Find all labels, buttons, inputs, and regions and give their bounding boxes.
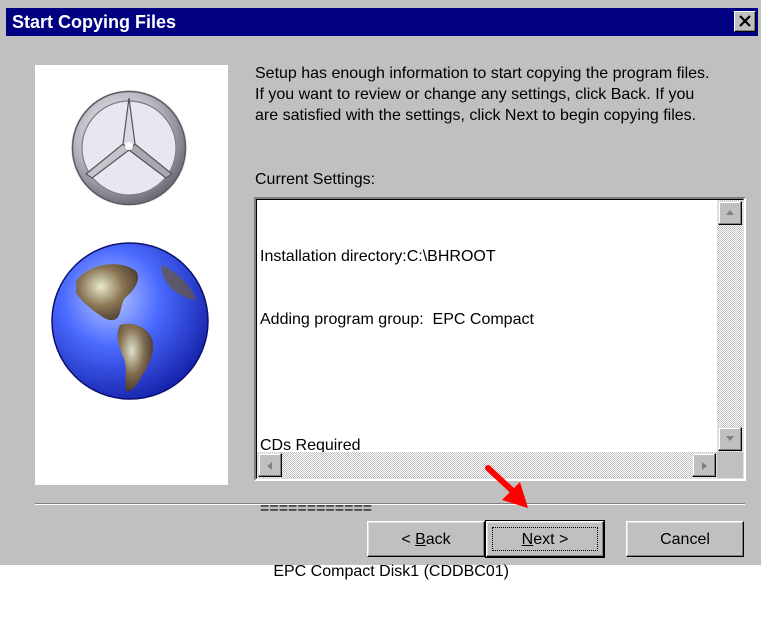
close-icon	[739, 15, 751, 27]
back-button[interactable]: < Back	[367, 521, 485, 557]
scrollbar-corner	[717, 452, 743, 478]
title-bar[interactable]: Start Copying Files	[6, 8, 758, 36]
back-label-prefix: <	[401, 530, 416, 548]
next-button[interactable]: Next >	[485, 520, 605, 558]
next-label-accel: N	[521, 530, 534, 548]
setup-art-panel	[35, 65, 228, 485]
current-settings-label: Current Settings:	[255, 171, 376, 188]
vertical-scrollbar[interactable]	[717, 200, 743, 452]
globe-image	[51, 242, 209, 400]
settings-line: EPC Compact Disk1 (CDDBC01)	[260, 563, 509, 580]
arrow-left-icon	[267, 462, 272, 470]
intro-line: If you want to review or change any sett…	[255, 86, 695, 103]
window-title: Start Copying Files	[12, 12, 177, 32]
close-button[interactable]	[734, 11, 756, 32]
scroll-down-button[interactable]	[718, 427, 742, 451]
arrow-right-icon	[702, 462, 707, 470]
next-label-rest: ext >	[533, 530, 569, 548]
settings-line: Installation directory:C:\BHROOT	[260, 248, 496, 265]
intro-line: are satisfied with the settings, click N…	[255, 107, 697, 124]
scroll-up-button[interactable]	[718, 201, 742, 225]
arrow-down-icon	[726, 436, 734, 441]
arrow-up-icon	[726, 210, 734, 215]
settings-line	[260, 372, 715, 393]
back-label-rest: ack	[425, 530, 451, 548]
three-pointed-star-logo	[71, 90, 187, 206]
button-separator	[35, 503, 745, 505]
back-label-accel: B	[415, 530, 426, 548]
settings-text: Installation directory:C:\BHROOT Adding …	[260, 204, 715, 624]
red-arrow-icon	[485, 465, 528, 508]
scroll-left-button[interactable]	[258, 453, 282, 477]
setup-dialog: Start Copying Files Setup has enough inf…	[0, 0, 761, 580]
intro-line: Setup has enough information to start co…	[255, 65, 710, 82]
current-settings-textbox[interactable]: Installation directory:C:\BHROOT Adding …	[254, 197, 746, 580]
settings-line: Adding program group: EPC Compact	[260, 311, 534, 328]
scroll-right-button[interactable]	[692, 453, 716, 477]
cancel-button[interactable]: Cancel	[626, 521, 744, 557]
intro-message: Setup has enough information to start co…	[255, 63, 750, 126]
